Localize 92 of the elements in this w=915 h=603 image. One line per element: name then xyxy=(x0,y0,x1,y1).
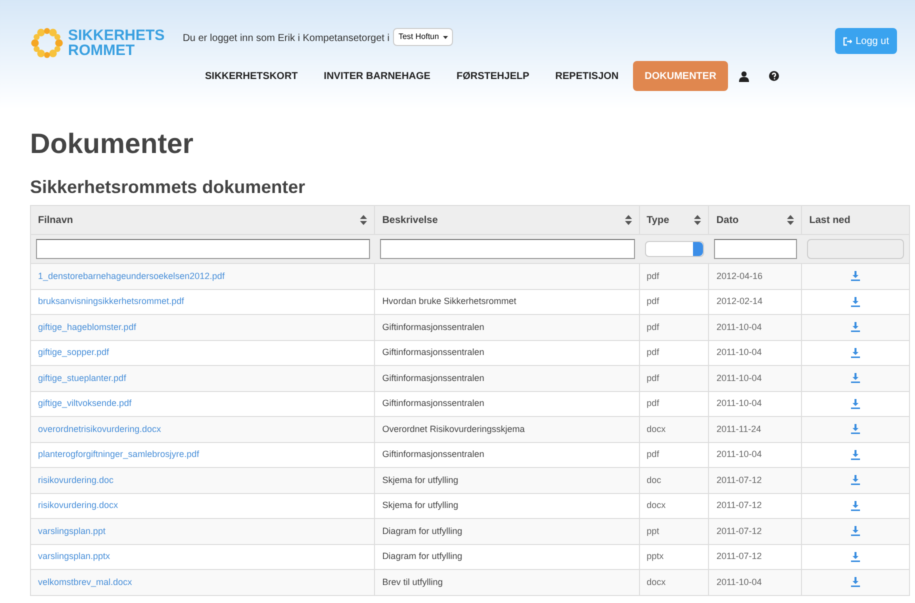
file-link[interactable]: bruksanvisningsikkerhetsrommet.pdf xyxy=(38,295,184,308)
description-cell: Brev til utfylling xyxy=(382,576,443,589)
description-cell: Skjema for utfylling xyxy=(382,474,458,487)
description-cell-text: Diagram for utfylling xyxy=(382,550,462,563)
date-cell-text: 2011-10-04 xyxy=(716,320,762,334)
description-cell-text: Giftinformasjonssentralen xyxy=(382,346,484,359)
file-link[interactable]: varslingsplan.pptx xyxy=(38,550,110,564)
file-link[interactable]: giftige_hageblomster.pdf xyxy=(38,320,136,334)
column-header: Last ned xyxy=(809,214,850,228)
file-link[interactable]: overordnetrisikovurdering.docx xyxy=(38,422,162,436)
type-cell-text: pdf xyxy=(646,295,660,308)
sort-icon[interactable] xyxy=(787,215,794,225)
nav-link[interactable]: FØRSTEHJELP xyxy=(444,61,542,91)
date-cell-text: 2011-10-04 xyxy=(716,372,762,384)
date-cell-text: 2011-10-04 xyxy=(716,397,762,410)
logout-icon xyxy=(842,36,852,46)
nav-link[interactable]: SIKKERHETSKORT xyxy=(193,61,310,91)
download-icon[interactable] xyxy=(851,450,860,460)
download-icon[interactable] xyxy=(851,475,860,486)
date-cell-text: 2011-07-12 xyxy=(716,524,762,538)
page-title: Dokumenter xyxy=(30,128,194,160)
download-icon[interactable] xyxy=(851,296,860,307)
description-cell: Diagram for utfylling xyxy=(382,524,462,538)
download-icon[interactable] xyxy=(851,552,860,562)
date-cell-text: 2011-07-12 xyxy=(716,550,762,563)
download-icon[interactable] xyxy=(851,577,860,588)
nav-link[interactable]: INVITER BARNEHAGE xyxy=(312,61,442,91)
sort-icon[interactable] xyxy=(694,215,702,225)
type-cell-text: pptx xyxy=(646,550,664,563)
date-cell-text: 2011-10-04 xyxy=(716,448,762,461)
file-link[interactable]: planterogforgiftninger_samlebrosjyre.pdf xyxy=(38,448,200,462)
file-link[interactable]: giftige_sopper.pdf xyxy=(38,346,110,360)
type-cell-text: docx xyxy=(646,499,666,512)
logout-button[interactable]: Logg ut xyxy=(834,28,897,54)
login-text: Du er logget inn som Erik i Kompetansetorget i xyxy=(182,32,390,46)
download-icon[interactable] xyxy=(851,398,860,409)
file-link[interactable]: 1_denstorebarnehageundersoekelsen2012.pdf xyxy=(38,270,225,283)
filter-select[interactable] xyxy=(644,241,704,257)
date-cell-text: 2011-10-04 xyxy=(716,346,762,359)
type-cell-text: docx xyxy=(646,422,666,436)
file-link[interactable]: risikovurdering.docx xyxy=(38,499,118,512)
description-cell-text: Giftinformasjonssentralen xyxy=(382,448,484,461)
sort-icon[interactable] xyxy=(360,215,368,225)
file-link[interactable]: risikovurdering.doc xyxy=(38,474,114,487)
file-link[interactable]: varslingsplan.ppt xyxy=(38,524,106,538)
type-cell: ppt xyxy=(646,524,660,538)
sun-logo-icon xyxy=(30,26,64,60)
type-cell-text: doc xyxy=(646,474,662,486)
filter-field[interactable] xyxy=(36,239,370,259)
org-dropdown[interactable]: Test Hoftun xyxy=(393,28,453,46)
column-header[interactable]: Dato xyxy=(716,212,739,228)
logo-text: ROMMET xyxy=(68,43,136,58)
nav-link[interactable]: REPETISJON xyxy=(543,61,631,91)
date-cell-text: 2011-10-04 xyxy=(716,576,762,588)
description-cell: Giftinformasjonssentralen xyxy=(382,372,484,385)
type-cell-text: docx xyxy=(646,576,666,588)
date-cell-text: 2011-07-12 xyxy=(716,474,762,486)
description-cell-text: Hvordan bruke Sikkerhetsrommet xyxy=(382,295,516,308)
type-cell: pdf xyxy=(646,270,660,283)
type-cell-text: pdf xyxy=(646,397,660,410)
download-icon[interactable] xyxy=(851,424,860,434)
date-cell-text: 2012-04-16 xyxy=(716,270,762,282)
file-link[interactable]: velkomstbrev_mal.docx xyxy=(38,576,132,589)
type-cell-text: pdf xyxy=(646,448,660,461)
filter-field[interactable] xyxy=(380,239,635,259)
caret-icon xyxy=(442,36,448,38)
download-icon[interactable] xyxy=(851,500,860,511)
download-icon[interactable] xyxy=(851,271,860,282)
date-cell-text: 2011-07-12 xyxy=(716,499,762,512)
column-header[interactable]: Beskrivelse xyxy=(382,212,438,228)
file-link[interactable]: giftige_viltvoksende.pdf xyxy=(38,397,132,410)
download-icon[interactable] xyxy=(851,322,860,332)
type-cell: pdf xyxy=(646,320,660,334)
download-icon[interactable] xyxy=(851,373,860,384)
date-cell-text: 2011-11-24 xyxy=(716,422,762,436)
date-cell-text: 2012-02-14 xyxy=(716,295,762,308)
nav-link[interactable]: DOKUMENTER xyxy=(632,61,728,91)
sort-icon[interactable] xyxy=(624,215,632,225)
description-cell-text: Giftinformasjonssentralen xyxy=(382,397,484,410)
download-icon[interactable] xyxy=(851,526,860,536)
filter-field[interactable] xyxy=(714,239,798,259)
type-cell: pdf xyxy=(646,372,660,385)
type-cell-text: pdf xyxy=(646,346,660,359)
section-title: Sikkerhetsrommets dokumenter xyxy=(30,176,306,198)
file-link[interactable]: giftige_stueplanter.pdf xyxy=(38,372,126,385)
description-cell: Overordnet Risikovurderingsskjema xyxy=(382,422,525,436)
description-cell-text: Skjema for utfylling xyxy=(382,499,458,512)
logo-text: SIKKERHETS xyxy=(68,28,165,43)
description-cell: Giftinformasjonssentralen xyxy=(382,320,484,334)
column-header[interactable]: Type xyxy=(646,212,670,228)
column-header[interactable]: Filnavn xyxy=(38,212,74,228)
download-icon[interactable] xyxy=(851,348,860,358)
